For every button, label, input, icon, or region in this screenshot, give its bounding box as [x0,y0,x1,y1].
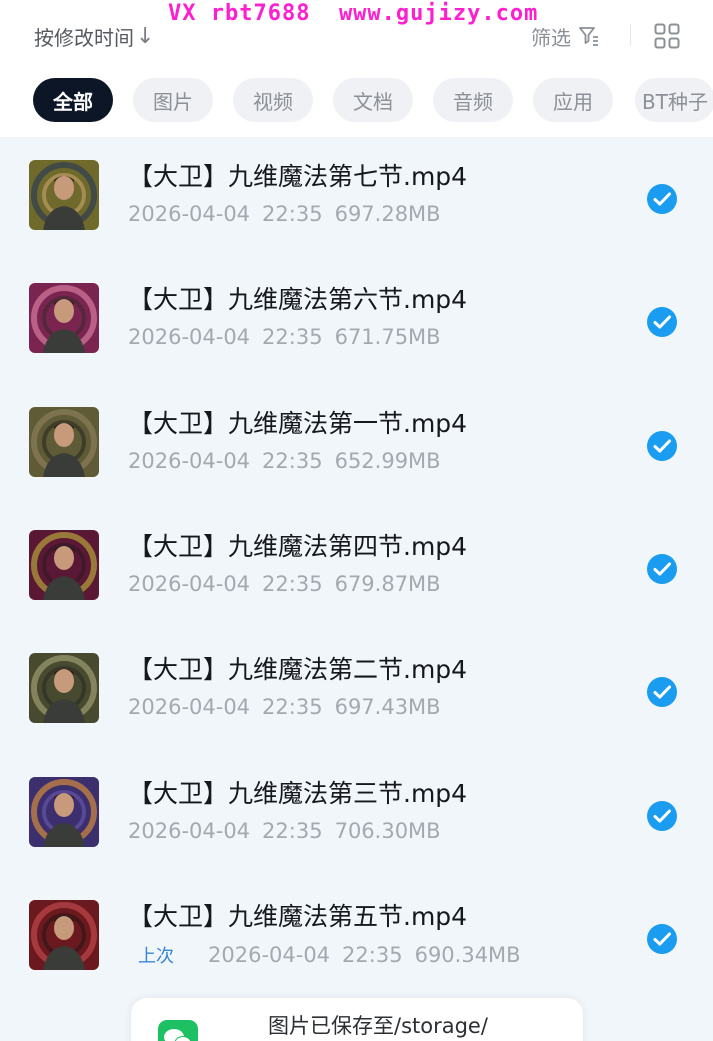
watermark-text: VX rbt7688 www.gujizy.com [168,1,539,26]
filter-button[interactable]: 筛选 [531,21,601,51]
last-opened-badge: 上次 [138,945,174,967]
file-meta: 2026-04-04 22:35 679.87MB [128,572,441,596]
file-name: 【大卫】九维魔法第三节.mp4 [128,778,468,808]
checkbox-checked-icon[interactable] [646,306,678,338]
file-row[interactable]: 【大卫】九维魔法第三节.mp4 2026-04-04 22:35 706.30M… [0,754,713,877]
file-date: 2026-04-04 [128,571,251,596]
video-thumbnail [29,653,99,724]
tab-category[interactable]: 应用 [533,78,613,122]
file-row[interactable]: 【大卫】九维魔法第一节.mp4 2026-04-04 22:35 652.99M… [0,384,713,507]
video-thumbnail [29,283,99,354]
file-name: 【大卫】九维魔法第四节.mp4 [128,531,468,561]
file-size: 697.43MB [334,695,441,720]
file-time: 22:35 [262,571,323,596]
file-size: 671.75MB [334,325,441,350]
file-meta: 2026-04-04 22:35 671.75MB [128,325,441,349]
file-size: 697.28MB [334,202,441,226]
file-time: 22:35 [262,202,323,226]
file-date: 2026-04-04 [128,695,251,720]
video-thumbnail [29,406,99,477]
file-size: 706.30MB [334,818,441,843]
tab-category[interactable]: 视频 [233,78,313,122]
file-row[interactable]: 【大卫】九维魔法第四节.mp4 2026-04-04 22:35 679.87M… [0,507,713,630]
file-meta: 上次 2026-04-04 22:35 690.34MB [128,942,521,968]
tab-category[interactable]: 图片 [133,78,213,122]
file-size: 652.99MB [334,448,441,473]
file-row[interactable]: 【大卫】九维魔法第七节.mp4 2026-04-04 22:35 697.28M… [0,137,713,260]
grid-view-icon[interactable] [654,23,680,49]
file-meta: 2026-04-04 22:35 697.43MB [128,695,441,719]
file-size: 679.87MB [334,571,441,596]
tab-category[interactable]: BT种子 [635,78,713,122]
file-date: 2026-04-04 [128,448,251,473]
file-time: 22:35 [262,818,323,843]
checkbox-checked-icon[interactable] [646,800,678,832]
sort-label: 按修改时间 [34,25,134,50]
file-row[interactable]: 【大卫】九维魔法第六节.mp4 2026-04-04 22:35 671.75M… [0,260,713,383]
toast-message: 图片已保存至/storage/ [268,1014,488,1038]
file-manager-screen: 按修改时间 ↓ 筛选 VX rbt7688 www.gujizy.com 全部图… [0,0,713,1041]
file-name: 【大卫】九维魔法第二节.mp4 [128,655,468,685]
file-name: 【大卫】九维魔法第一节.mp4 [128,408,468,438]
video-thumbnail [29,529,99,600]
file-name: 【大卫】九维魔法第六节.mp4 [128,285,468,315]
file-date: 2026-04-04 [208,942,331,967]
top-bar: 按修改时间 ↓ 筛选 VX rbt7688 www.gujizy.com [0,0,713,70]
video-thumbnail [29,899,99,970]
checkbox-checked-icon[interactable] [646,430,678,462]
file-time: 22:35 [262,325,323,350]
divider [630,24,631,46]
tab-category[interactable]: 音频 [433,78,513,122]
file-list: 【大卫】九维魔法第七节.mp4 2026-04-04 22:35 697.28M… [0,137,713,1000]
file-time: 22:35 [262,448,323,473]
video-thumbnail [29,160,99,230]
wechat-icon [158,1020,198,1041]
checkbox-checked-icon[interactable] [646,676,678,708]
file-row[interactable]: 【大卫】九维魔法第五节.mp4 上次 2026-04-04 22:35 690.… [0,877,713,1000]
file-size: 690.34MB [414,942,521,967]
file-meta: 2026-04-04 22:35 697.28MB [128,202,441,226]
file-date: 2026-04-04 [128,202,251,226]
category-tabs: 全部 图片 视频 文档 音频 应用 BT种子 [0,70,713,137]
file-date: 2026-04-04 [128,818,251,843]
sort-button[interactable]: 按修改时间 ↓ [34,21,154,51]
file-meta: 2026-04-04 22:35 652.99MB [128,449,441,473]
checkbox-checked-icon[interactable] [646,923,678,955]
sort-arrow-icon: ↓ [136,23,155,49]
tab-category[interactable]: 全部 [33,78,113,122]
file-time: 22:35 [342,942,403,967]
file-name: 【大卫】九维魔法第七节.mp4 [128,162,468,191]
file-name: 【大卫】九维魔法第五节.mp4 [128,901,468,931]
video-thumbnail [29,776,99,847]
file-meta: 2026-04-04 22:35 706.30MB [128,819,441,843]
filter-icon [579,27,598,46]
file-date: 2026-04-04 [128,325,251,350]
file-row[interactable]: 【大卫】九维魔法第二节.mp4 2026-04-04 22:35 697.43M… [0,630,713,753]
tab-category[interactable]: 文档 [333,78,413,122]
checkbox-checked-icon[interactable] [646,183,678,215]
toast: 图片已保存至/storage/ [131,998,583,1041]
checkbox-checked-icon[interactable] [646,553,678,585]
file-time: 22:35 [262,695,323,720]
